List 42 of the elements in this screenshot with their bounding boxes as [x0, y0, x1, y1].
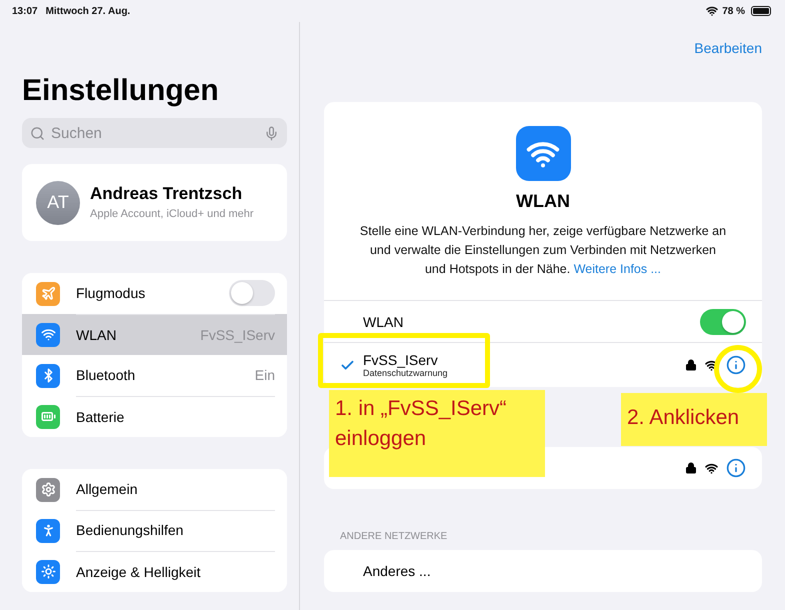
- wlan-description: Stelle eine WLAN-Verbindung her, zeige verfügbare Netzwerke an und verwalte die Einstellungen zum Verbinden mit Netzwerken und Hotspots in der Nähe. Weitere Infos ...: [358, 223, 728, 278]
- row-label: Flugmodus: [76, 285, 146, 301]
- wlan-label: WLAN: [363, 314, 404, 330]
- account-name: Andreas Trentzsch: [90, 184, 244, 204]
- battery-icon: [751, 6, 771, 16]
- toggle-switch[interactable]: [700, 308, 746, 335]
- info-icon[interactable]: [726, 458, 746, 478]
- battery-percent: 78 %: [722, 6, 745, 16]
- search-field[interactable]: Suchen: [22, 118, 287, 148]
- status-time: 13:07: [12, 6, 38, 16]
- row-label: Allgemein: [76, 481, 138, 497]
- row-label: Batterie: [76, 408, 124, 424]
- other-network-row[interactable]: Anderes ...: [324, 550, 762, 592]
- wifi-icon: [705, 462, 718, 475]
- annotation-tooltip: 1. in „FvSS_IServ“ einloggen: [329, 390, 545, 477]
- settings-row[interactable]: WLAN FvSS_IServ: [22, 314, 287, 355]
- search-input[interactable]: Suchen: [49, 124, 260, 142]
- avatar: AT: [36, 180, 80, 224]
- page-title: Einstellungen: [22, 74, 220, 108]
- info-icon[interactable]: [726, 355, 746, 376]
- row-label: Bluetooth: [76, 367, 136, 383]
- account-card[interactable]: AT Andreas Trentzsch Apple Account, iCloud+ und mehr: [22, 164, 287, 241]
- wifi-icon: [516, 126, 570, 181]
- edit-link[interactable]: Bearbeiten: [694, 40, 762, 56]
- row-label: Anzeige & Helligkeit: [76, 564, 201, 580]
- network-name: FvSS_IServ: [363, 352, 439, 368]
- row-value: Ein: [254, 367, 275, 383]
- row-value: FvSS_IServ: [200, 326, 275, 342]
- toggle-switch[interactable]: [229, 280, 275, 306]
- search-icon: [30, 126, 45, 140]
- wlan-title: WLAN: [516, 191, 570, 212]
- account-subtitle: Apple Account, iCloud+ und mehr: [90, 206, 254, 222]
- wifi-icon: [706, 5, 718, 17]
- network-row[interactable]: FvSS_IServ Datenschutzwarnung: [324, 342, 762, 388]
- status-date: Mittwoch 27. Aug.: [46, 6, 130, 16]
- annotation-tooltip: 2. Anklicken: [621, 393, 767, 446]
- privacy-warning: Datenschutzwarnung: [363, 368, 448, 378]
- microphone-icon[interactable]: [264, 126, 279, 140]
- more-info-link[interactable]: Weitere Infos ...: [574, 262, 662, 276]
- row-label: WLAN: [76, 326, 116, 342]
- section-header: ANDERE NETZWERKE: [340, 531, 448, 542]
- row-label: Bedienungshilfen: [76, 522, 184, 538]
